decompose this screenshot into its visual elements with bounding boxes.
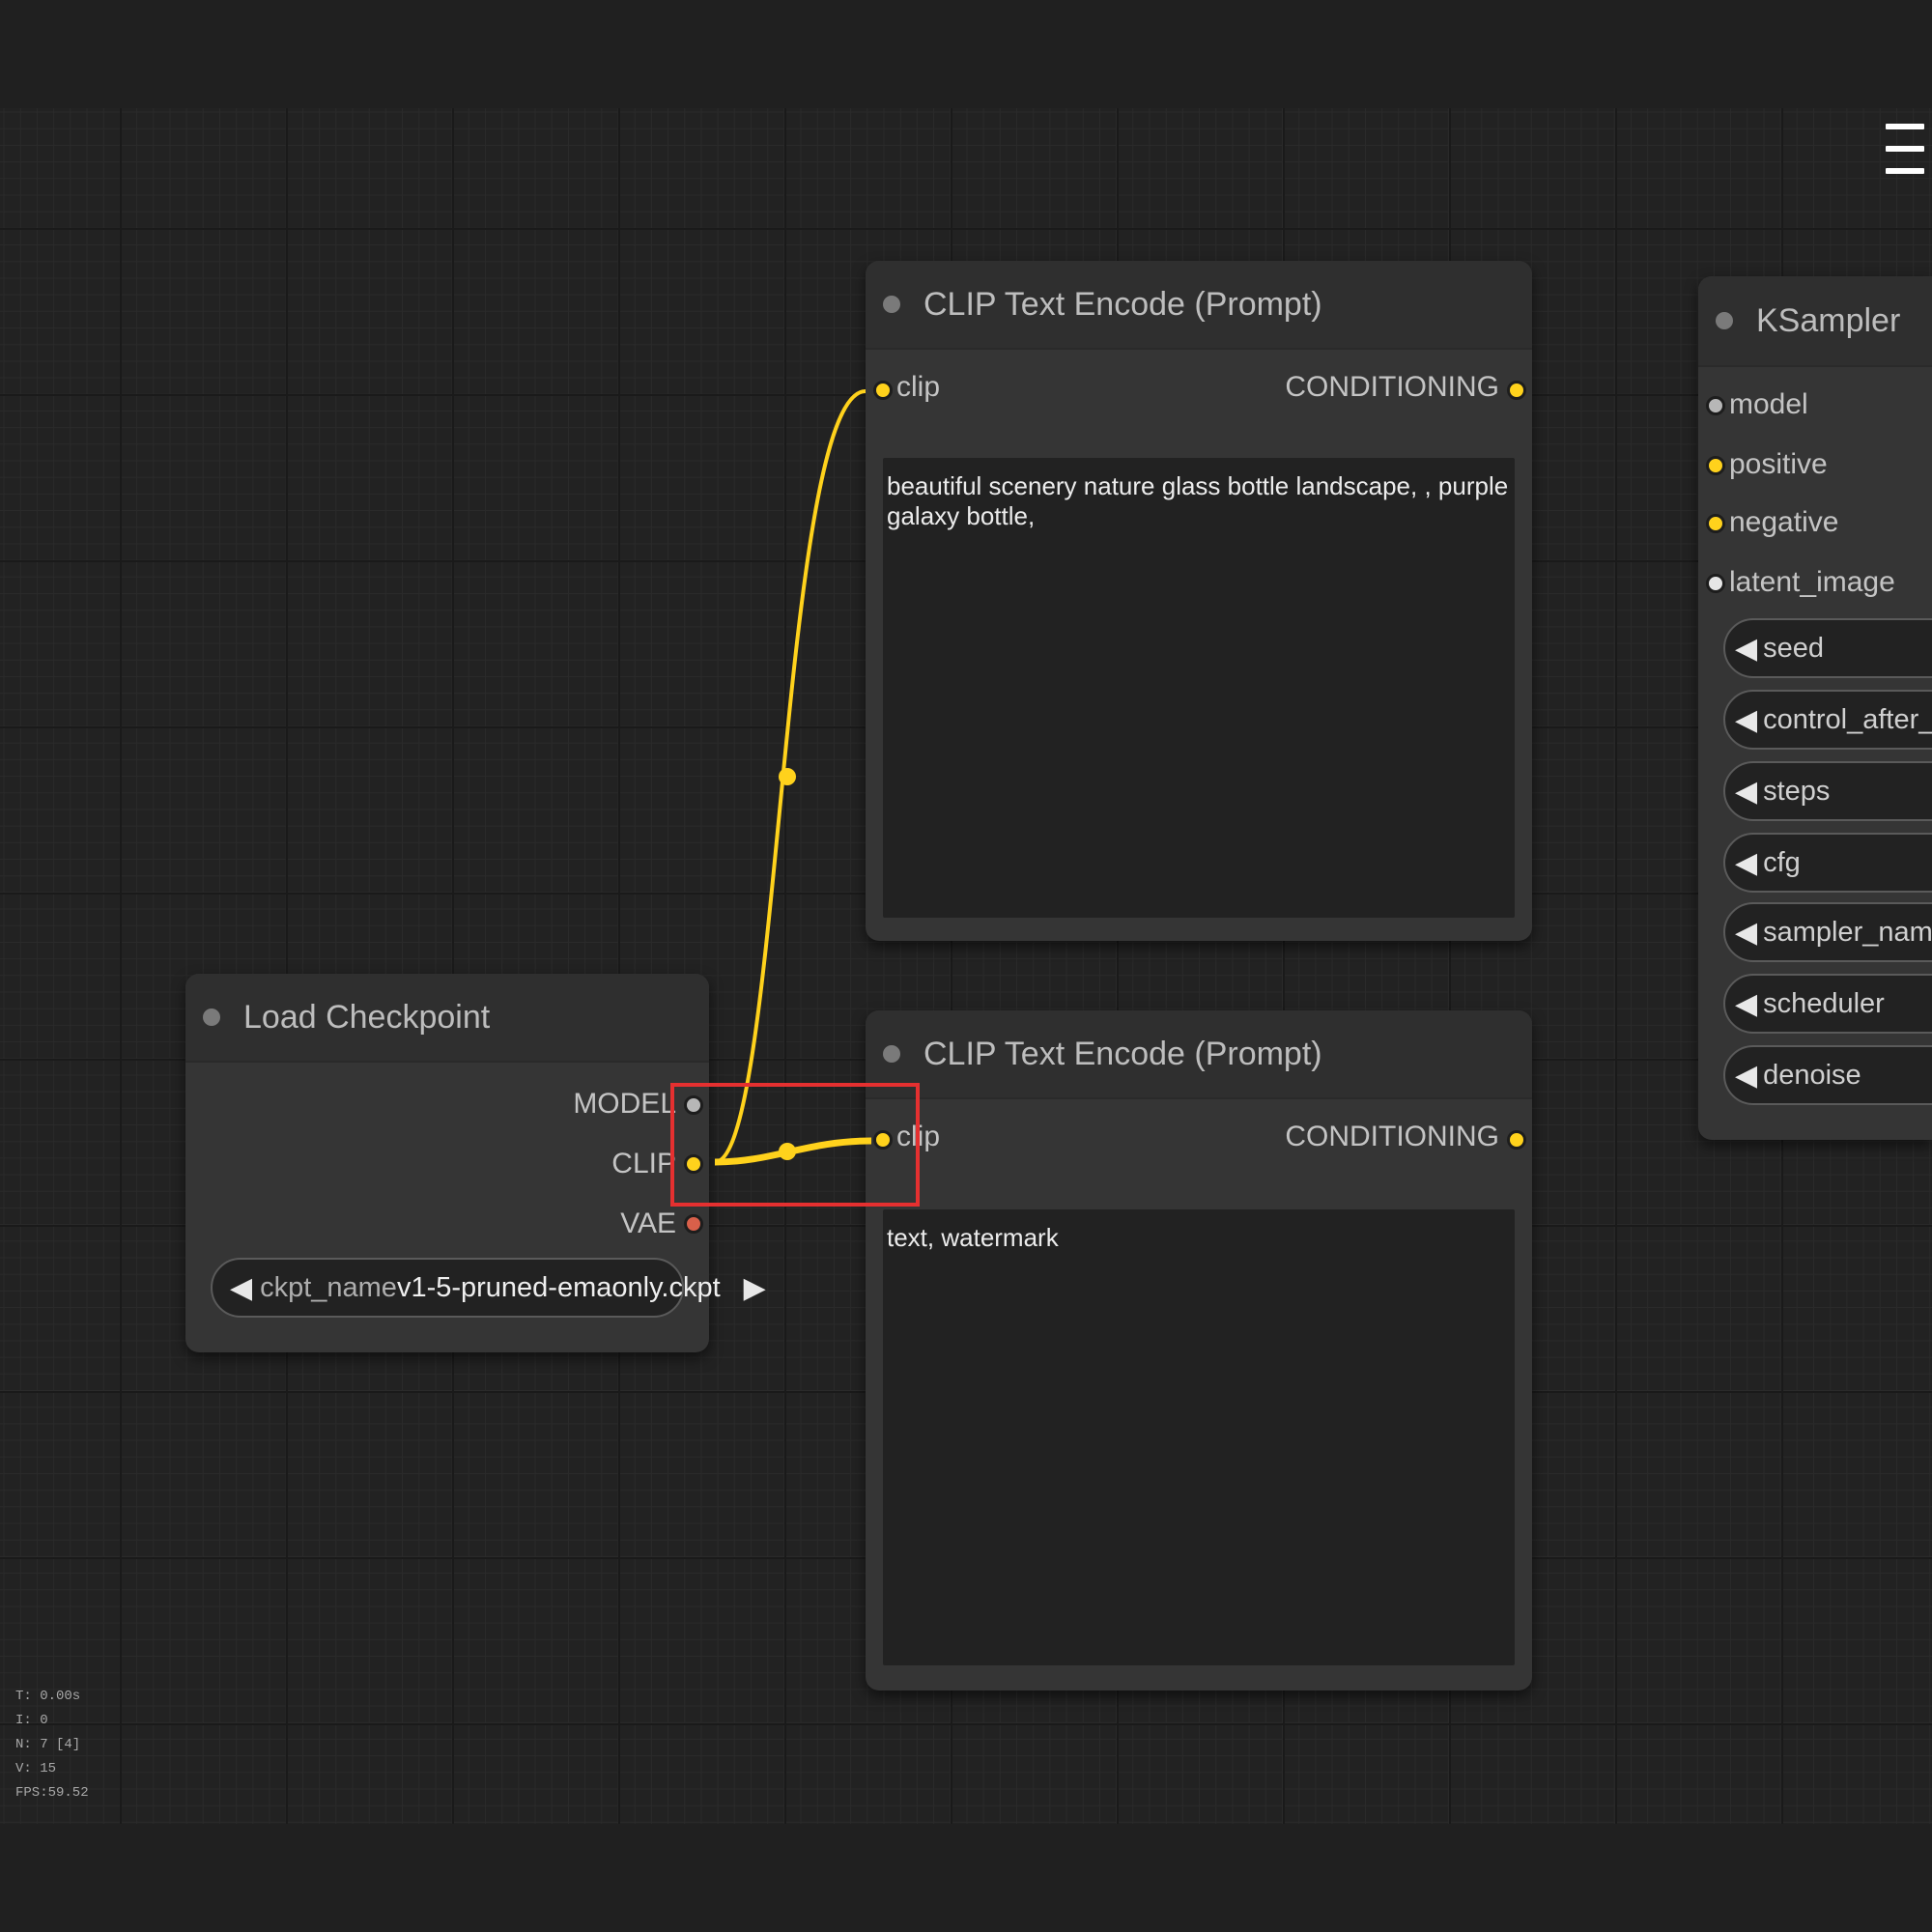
clip-output-label: CLIP xyxy=(611,1148,676,1179)
clip-text-encode-positive-node[interactable]: CLIP Text Encode (Prompt) clip CONDITION… xyxy=(866,261,1532,941)
latent-image-input-label: latent_image xyxy=(1729,566,1895,598)
widget-label: scheduler xyxy=(1763,987,1885,1019)
widget-left-arrow-icon[interactable]: ◀ xyxy=(1735,703,1757,737)
node-title: Load Checkpoint xyxy=(243,998,491,1036)
negative-input-pin[interactable] xyxy=(1706,514,1725,533)
stat-fps: FPS:59.52 xyxy=(15,1785,89,1801)
cfg-widget[interactable]: ◀ cfg xyxy=(1723,833,1932,893)
denoise-widget[interactable]: ◀ denoise xyxy=(1723,1045,1932,1105)
combo-right-arrow-icon[interactable]: ▶ xyxy=(736,1271,774,1305)
stat-v: V: 15 xyxy=(15,1761,57,1776)
node-collapse-dot[interactable] xyxy=(883,1045,900,1063)
node-header[interactable]: Load Checkpoint xyxy=(185,974,709,1063)
widget-label: denoise xyxy=(1763,1059,1861,1091)
node-header[interactable]: KSampler xyxy=(1698,276,1932,367)
widget-label: control_after_genera xyxy=(1763,703,1932,735)
widget-label: steps xyxy=(1763,775,1831,807)
widget-label: cfg xyxy=(1763,846,1801,878)
conditioning-output-label: CONDITIONING xyxy=(1285,1121,1499,1152)
stat-i: I: 0 xyxy=(15,1713,48,1728)
widget-left-arrow-icon[interactable]: ◀ xyxy=(1735,632,1757,666)
stat-nodes: N: 7 [4] xyxy=(15,1737,81,1752)
negative-input-label: negative xyxy=(1729,506,1839,538)
scheduler-widget[interactable]: ◀ scheduler xyxy=(1723,974,1932,1034)
combo-left-arrow-icon[interactable]: ◀ xyxy=(222,1271,260,1305)
node-header[interactable]: CLIP Text Encode (Prompt) xyxy=(866,261,1532,350)
load-checkpoint-node[interactable]: Load Checkpoint MODEL CLIP VAE ◀ ckpt_na… xyxy=(185,974,766,1352)
vae-output-pin[interactable] xyxy=(684,1214,703,1234)
widget-left-arrow-icon[interactable]: ◀ xyxy=(1735,916,1757,950)
conditioning-output-pin[interactable] xyxy=(1507,1130,1526,1150)
stat-time: T: 0.00s xyxy=(15,1689,81,1704)
steps-widget[interactable]: ◀ steps xyxy=(1723,761,1932,821)
seed-widget[interactable]: ◀ seed xyxy=(1723,618,1932,678)
node-collapse-dot[interactable] xyxy=(1716,312,1733,329)
clip-input-label: clip xyxy=(896,371,941,403)
conditioning-output-pin[interactable] xyxy=(1507,381,1526,400)
combo-label: ckpt_name xyxy=(260,1271,397,1303)
hamburger-icon[interactable] xyxy=(1886,120,1924,178)
node-title: CLIP Text Encode (Prompt) xyxy=(923,285,1322,323)
model-output-label: MODEL xyxy=(573,1088,676,1120)
latent-image-input-pin[interactable] xyxy=(1706,574,1725,593)
combo-value: v1-5-pruned-emaonly.ckpt xyxy=(396,1271,721,1303)
node-title: CLIP Text Encode (Prompt) xyxy=(923,1035,1322,1072)
model-input-label: model xyxy=(1729,388,1808,420)
node-collapse-dot[interactable] xyxy=(203,1009,220,1026)
widget-left-arrow-icon[interactable]: ◀ xyxy=(1735,775,1757,809)
widget-label: sampler_name xyxy=(1763,916,1932,948)
node-title: KSampler xyxy=(1756,301,1901,339)
widget-label: seed xyxy=(1763,632,1824,664)
clip-text-encode-negative-node[interactable]: CLIP Text Encode (Prompt) clip CONDITION… xyxy=(866,1010,1532,1690)
prompt-textarea[interactable]: text, watermark xyxy=(883,1209,1515,1665)
render-stats: T: 0.00s I: 0 N: 7 [4] V: 15 FPS:59.52 xyxy=(15,1685,89,1805)
widget-left-arrow-icon[interactable]: ◀ xyxy=(1735,987,1757,1021)
highlight-box xyxy=(670,1083,920,1207)
sampler-name-widget[interactable]: ◀ sampler_name xyxy=(1723,902,1932,962)
prompt-textarea[interactable]: beautiful scenery nature glass bottle la… xyxy=(883,458,1515,918)
control-after-generate-widget[interactable]: ◀ control_after_genera xyxy=(1723,690,1932,750)
positive-input-pin[interactable] xyxy=(1706,456,1725,475)
conditioning-output-label: CONDITIONING xyxy=(1285,371,1499,403)
vae-output-label: VAE xyxy=(620,1208,676,1239)
widget-left-arrow-icon[interactable]: ◀ xyxy=(1735,846,1757,880)
node-header[interactable]: CLIP Text Encode (Prompt) xyxy=(866,1010,1532,1099)
model-input-pin[interactable] xyxy=(1706,396,1725,415)
ckpt-name-combo[interactable]: ◀ ckpt_name v1-5-pruned-emaonly.ckpt ▶ xyxy=(211,1258,766,1318)
positive-input-label: positive xyxy=(1729,448,1828,480)
clip-input-pin[interactable] xyxy=(873,381,893,400)
widget-left-arrow-icon[interactable]: ◀ xyxy=(1735,1059,1757,1093)
node-collapse-dot[interactable] xyxy=(883,296,900,313)
